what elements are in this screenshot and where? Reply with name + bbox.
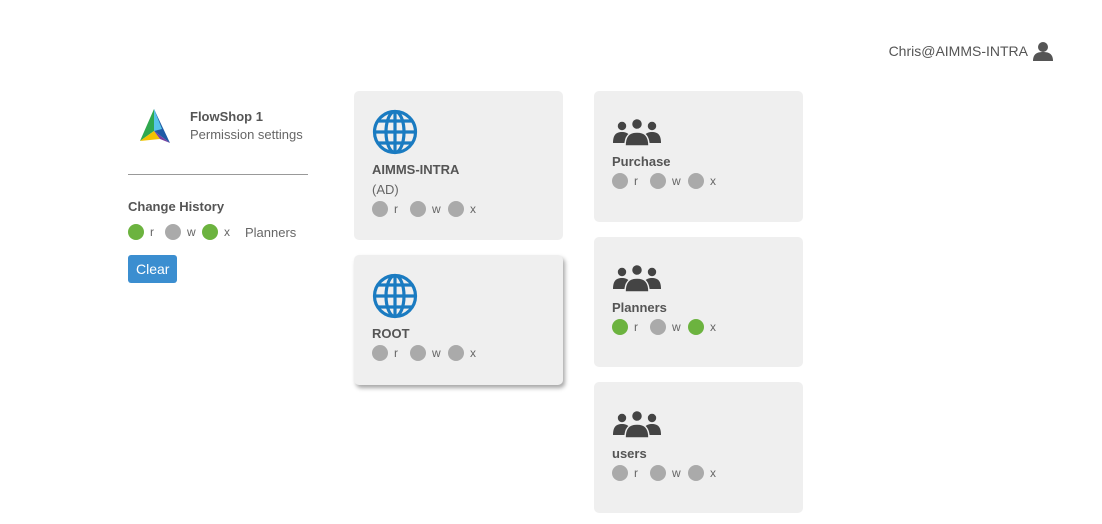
perm-dot-r[interactable] — [612, 465, 628, 481]
globe-icon — [372, 273, 418, 323]
history-group-name: Planners — [245, 224, 297, 240]
perm-letter-w: w — [432, 202, 441, 216]
user-name: Chris@AIMMS-INTRA — [888, 43, 1028, 59]
perm-dot-r[interactable] — [612, 319, 628, 335]
sidebar-divider — [128, 174, 308, 175]
perm-letter-w: w — [672, 174, 681, 188]
card-permissions: r w x — [372, 345, 545, 361]
card-permissions: r w x — [612, 173, 785, 189]
perm-dot-r[interactable] — [612, 173, 628, 189]
perm-letter-x: x — [470, 202, 476, 216]
perm-letter-x: x — [224, 225, 230, 239]
perm-dot-w[interactable] — [650, 465, 666, 481]
card-planners[interactable]: Planners r w x — [594, 237, 803, 367]
perm-letter-x: x — [470, 346, 476, 360]
card-root[interactable]: ROOT r w x — [354, 255, 563, 385]
card-users[interactable]: users r w x — [594, 382, 803, 513]
perm-letter-r: r — [394, 346, 398, 360]
perm-dot-x[interactable] — [448, 201, 464, 217]
perm-letter-r: r — [634, 320, 638, 334]
card-permissions: r w x — [612, 465, 785, 481]
perm-letter-w: w — [672, 320, 681, 334]
card-name: users — [612, 446, 647, 461]
perm-dot-x[interactable] — [688, 465, 704, 481]
sidebar: FlowShop 1 Permission settings Change Hi… — [128, 105, 308, 283]
perm-dot-r[interactable] — [372, 345, 388, 361]
perm-letter-w: w — [672, 466, 681, 480]
perm-dot-x[interactable] — [688, 173, 704, 189]
perm-dot-r — [128, 224, 144, 240]
card-aimms-intra[interactable]: AIMMS-INTRA (AD) r w x — [354, 91, 563, 240]
card-subtitle: (AD) — [372, 182, 399, 197]
change-history-entry: r w x Planners — [128, 224, 308, 240]
perm-dot-x[interactable] — [448, 345, 464, 361]
app-subtitle: Permission settings — [190, 127, 303, 142]
card-name: Planners — [612, 300, 667, 315]
card-name: Purchase — [612, 154, 671, 169]
perm-dot-x — [202, 224, 218, 240]
users-group-icon — [612, 409, 662, 443]
perm-letter-w: w — [187, 225, 196, 239]
app-brand: FlowShop 1 Permission settings — [132, 105, 308, 150]
user-icon — [1032, 40, 1054, 62]
perm-dot-w[interactable] — [650, 173, 666, 189]
card-permissions: r w x — [612, 319, 785, 335]
perm-dot-x[interactable] — [688, 319, 704, 335]
card-name: ROOT — [372, 326, 410, 341]
perm-letter-r: r — [634, 466, 638, 480]
app-name: FlowShop 1 — [190, 109, 263, 124]
aimms-logo-icon — [132, 105, 176, 150]
users-group-icon — [612, 263, 662, 297]
globe-icon — [372, 109, 418, 159]
perm-letter-x: x — [710, 320, 716, 334]
perm-letter-x: x — [710, 174, 716, 188]
current-user[interactable]: Chris@AIMMS-INTRA — [889, 40, 1054, 62]
perm-letter-x: x — [710, 466, 716, 480]
perm-dot-w[interactable] — [410, 345, 426, 361]
card-permissions: r w x — [372, 201, 545, 217]
perm-letter-r: r — [634, 174, 638, 188]
change-history-title: Change History — [128, 199, 225, 214]
perm-dot-w[interactable] — [410, 201, 426, 217]
perm-dot-r[interactable] — [372, 201, 388, 217]
perm-dot-w[interactable] — [650, 319, 666, 335]
perm-dot-w — [165, 224, 181, 240]
perm-letter-r: r — [394, 202, 398, 216]
perm-letter-r: r — [150, 225, 154, 239]
card-name: AIMMS-INTRA — [372, 162, 460, 177]
card-purchase[interactable]: Purchase r w x — [594, 91, 803, 222]
perm-letter-w: w — [432, 346, 441, 360]
clear-button[interactable]: Clear — [128, 255, 178, 283]
users-group-icon — [612, 117, 662, 151]
